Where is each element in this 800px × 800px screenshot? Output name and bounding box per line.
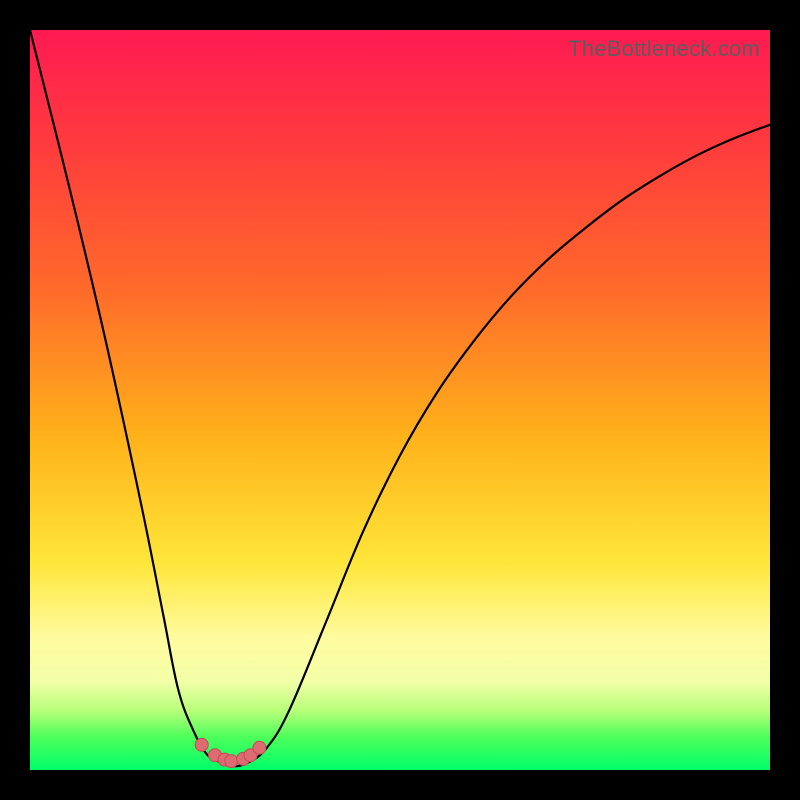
marker-dot [253, 741, 266, 754]
marker-dot [195, 738, 208, 751]
marker-dot [225, 755, 238, 768]
curve-line [30, 30, 770, 766]
plot-area: TheBottleneck.com [30, 30, 770, 770]
bottleneck-curve [30, 30, 770, 770]
chart-frame: TheBottleneck.com [0, 0, 800, 800]
